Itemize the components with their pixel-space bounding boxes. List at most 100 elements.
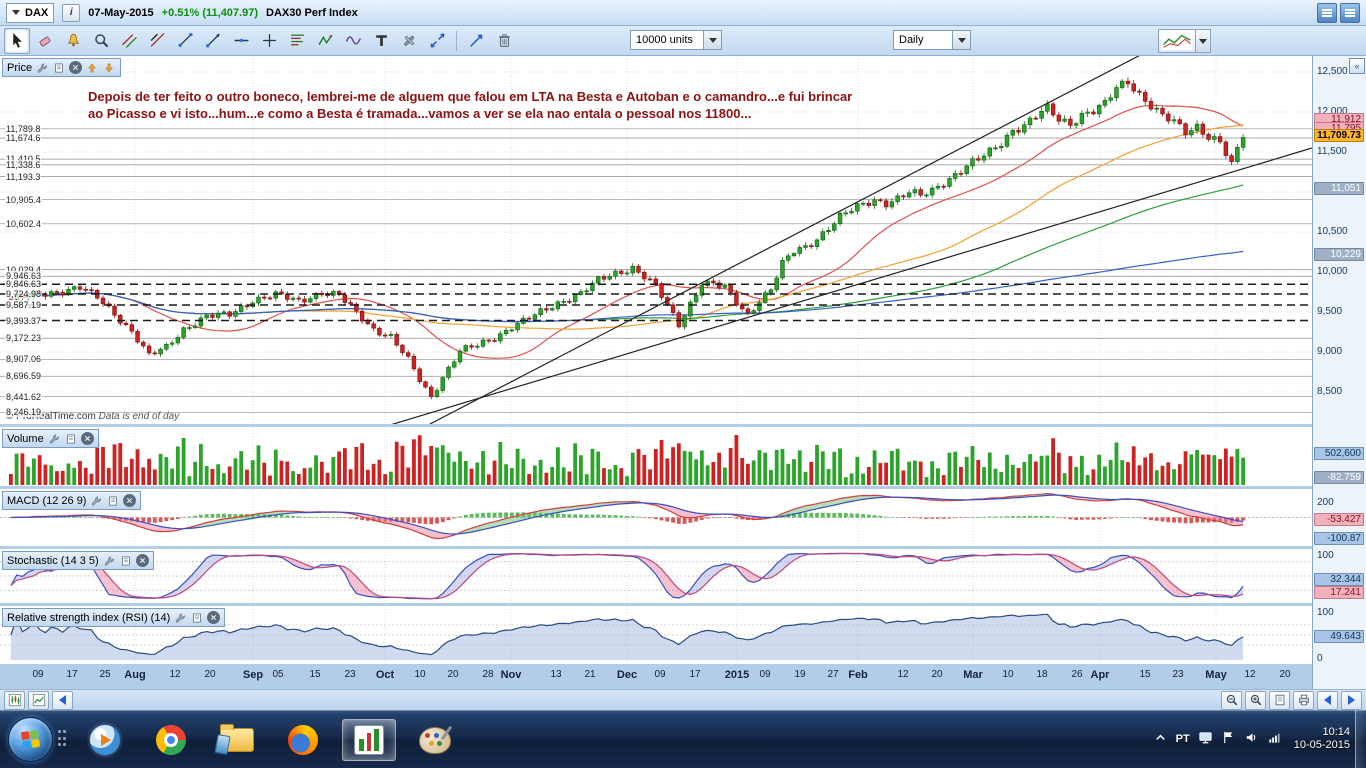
pane-close-button[interactable] — [136, 554, 149, 567]
drawing-toolbar: 10000 units Daily — [0, 26, 1366, 56]
arrow-annotation-tool[interactable] — [463, 28, 489, 54]
time-axis-label: 15 — [309, 669, 320, 680]
text-tool[interactable] — [368, 28, 394, 54]
zoom-out-button[interactable] — [1221, 691, 1242, 710]
chart-style-dropdown-button[interactable] — [1196, 29, 1211, 53]
pane-close-button[interactable] — [81, 432, 94, 445]
price-axis[interactable]: « 12,50012,00011,50010,50010,0009,5009,0… — [1312, 56, 1366, 689]
action-center-flag-icon[interactable] — [1221, 730, 1236, 748]
pane-close-button[interactable] — [207, 611, 220, 624]
time-axis-label: 18 — [1036, 669, 1047, 680]
display-icon[interactable] — [1198, 730, 1213, 748]
zigzag-tool[interactable] — [312, 28, 338, 54]
pane-print-button[interactable] — [106, 494, 120, 508]
clock[interactable]: 10:14 10-05-2015 — [1294, 726, 1350, 752]
taskbar-firefox-button[interactable] — [276, 719, 330, 761]
zoom-tool[interactable] — [88, 28, 114, 54]
pane-move-up-button[interactable] — [85, 61, 99, 75]
pane-print-button[interactable] — [119, 554, 133, 568]
window-menu-button[interactable] — [1317, 3, 1337, 23]
time-axis-label: 13 — [550, 669, 561, 680]
start-button[interactable] — [8, 717, 53, 762]
network-icon[interactable] — [1267, 730, 1282, 748]
volume-pane-header: Volume — [2, 429, 99, 448]
fibonacci-tool[interactable] — [284, 28, 310, 54]
window-minimize-button[interactable] — [1340, 3, 1360, 23]
axis-collapse-button[interactable]: « — [1349, 58, 1365, 74]
timeframe-dropdown[interactable]: Daily — [893, 30, 971, 50]
time-axis-label: 12 — [897, 669, 908, 680]
pane-title: Volume — [7, 433, 44, 445]
taskbar-paint-button[interactable] — [408, 719, 462, 761]
pane-print-button[interactable] — [64, 432, 78, 446]
units-dropdown[interactable]: 10000 units — [630, 30, 722, 50]
ray-tool[interactable] — [200, 28, 226, 54]
pane-close-button[interactable] — [69, 61, 82, 74]
alert-tool[interactable] — [60, 28, 86, 54]
chart-annotation[interactable]: Depois de ter feito o outro boneco, lemb… — [88, 88, 863, 122]
channel-tool[interactable] — [116, 28, 142, 54]
trendline-tool[interactable] — [144, 28, 170, 54]
volume-chart-canvas[interactable] — [0, 427, 1312, 486]
taskbar-handle[interactable] — [58, 730, 68, 748]
volume-icon[interactable] — [1244, 730, 1259, 748]
pane-print-button[interactable] — [190, 611, 204, 625]
delete-objects-tool[interactable] — [491, 28, 517, 54]
time-axis-label: May — [1205, 669, 1226, 681]
time-axis-label: 12 — [1244, 669, 1255, 680]
chart-mode-candles-button[interactable] — [4, 691, 25, 710]
price-level-label: 11,193.3 — [5, 172, 41, 182]
time-axis[interactable]: 091725Aug1220Sep051523Oct102028Nov1321De… — [0, 664, 1312, 689]
hidden-icons-chevron[interactable] — [1153, 730, 1168, 748]
explorer-icon — [220, 728, 254, 752]
taskbar-explorer-button[interactable] — [210, 719, 264, 761]
taskbar-media-player-button[interactable] — [78, 719, 132, 761]
pane-print-button[interactable] — [52, 61, 66, 75]
scroll-back-button[interactable] — [52, 691, 73, 710]
info-button[interactable]: i — [62, 4, 80, 22]
show-desktop-button[interactable] — [1355, 710, 1366, 768]
chart-style-button[interactable] — [1158, 29, 1211, 53]
time-axis-label: Dec — [617, 669, 637, 681]
scroll-left-button[interactable] — [1317, 691, 1338, 710]
taskbar-chrome-button[interactable] — [144, 719, 198, 761]
pane-settings-button[interactable] — [173, 611, 187, 625]
timeframe-dropdown-button[interactable] — [952, 31, 970, 49]
time-axis-label: Sep — [243, 669, 263, 681]
pane-settings-button[interactable] — [47, 432, 61, 446]
horizontal-line-tool[interactable] — [228, 28, 254, 54]
cursor-tool[interactable] — [4, 28, 30, 54]
units-dropdown-button[interactable] — [703, 31, 721, 49]
arrows-tool[interactable] — [424, 28, 450, 54]
windows-logo-icon — [21, 730, 40, 749]
pane-settings-button[interactable] — [35, 61, 49, 75]
chart-mode-line-button[interactable] — [28, 691, 49, 710]
pane-settings-button[interactable] — [102, 554, 116, 568]
zoom-in-button[interactable] — [1245, 691, 1266, 710]
system-tray: PT 10:14 10-05-2015 — [1153, 710, 1350, 768]
segment-tool[interactable] — [172, 28, 198, 54]
time-axis-label: 10 — [414, 669, 425, 680]
pane-move-down-button[interactable] — [102, 61, 116, 75]
time-axis-label: Mar — [963, 669, 983, 681]
pane-close-button[interactable] — [123, 494, 136, 507]
print-button[interactable] — [1293, 691, 1314, 710]
scroll-right-button[interactable] — [1341, 691, 1362, 710]
taskbar-prorealtime-button[interactable] — [342, 719, 396, 761]
language-indicator[interactable]: PT — [1176, 733, 1190, 745]
elliott-wave-tool[interactable] — [340, 28, 366, 54]
axis-tick-label: 10,500 — [1317, 226, 1348, 237]
pane-settings-button[interactable] — [89, 494, 103, 508]
crosshair-tool[interactable] — [256, 28, 282, 54]
fit-screen-button[interactable] — [1269, 691, 1290, 710]
macd-chart-canvas[interactable] — [0, 489, 1312, 546]
macd-pane-header: MACD (12 26 9) — [2, 491, 141, 510]
instrument-selector[interactable]: DAX — [6, 3, 54, 23]
pane-title: Price — [7, 62, 32, 74]
chevron-down-icon — [12, 10, 20, 15]
axis-value-box: 11,051 — [1314, 182, 1364, 195]
stochastic-chart-canvas[interactable] — [0, 549, 1312, 603]
time-axis-label: 05 — [272, 669, 283, 680]
objects-settings-tool[interactable] — [396, 28, 422, 54]
eraser-tool[interactable] — [32, 28, 58, 54]
